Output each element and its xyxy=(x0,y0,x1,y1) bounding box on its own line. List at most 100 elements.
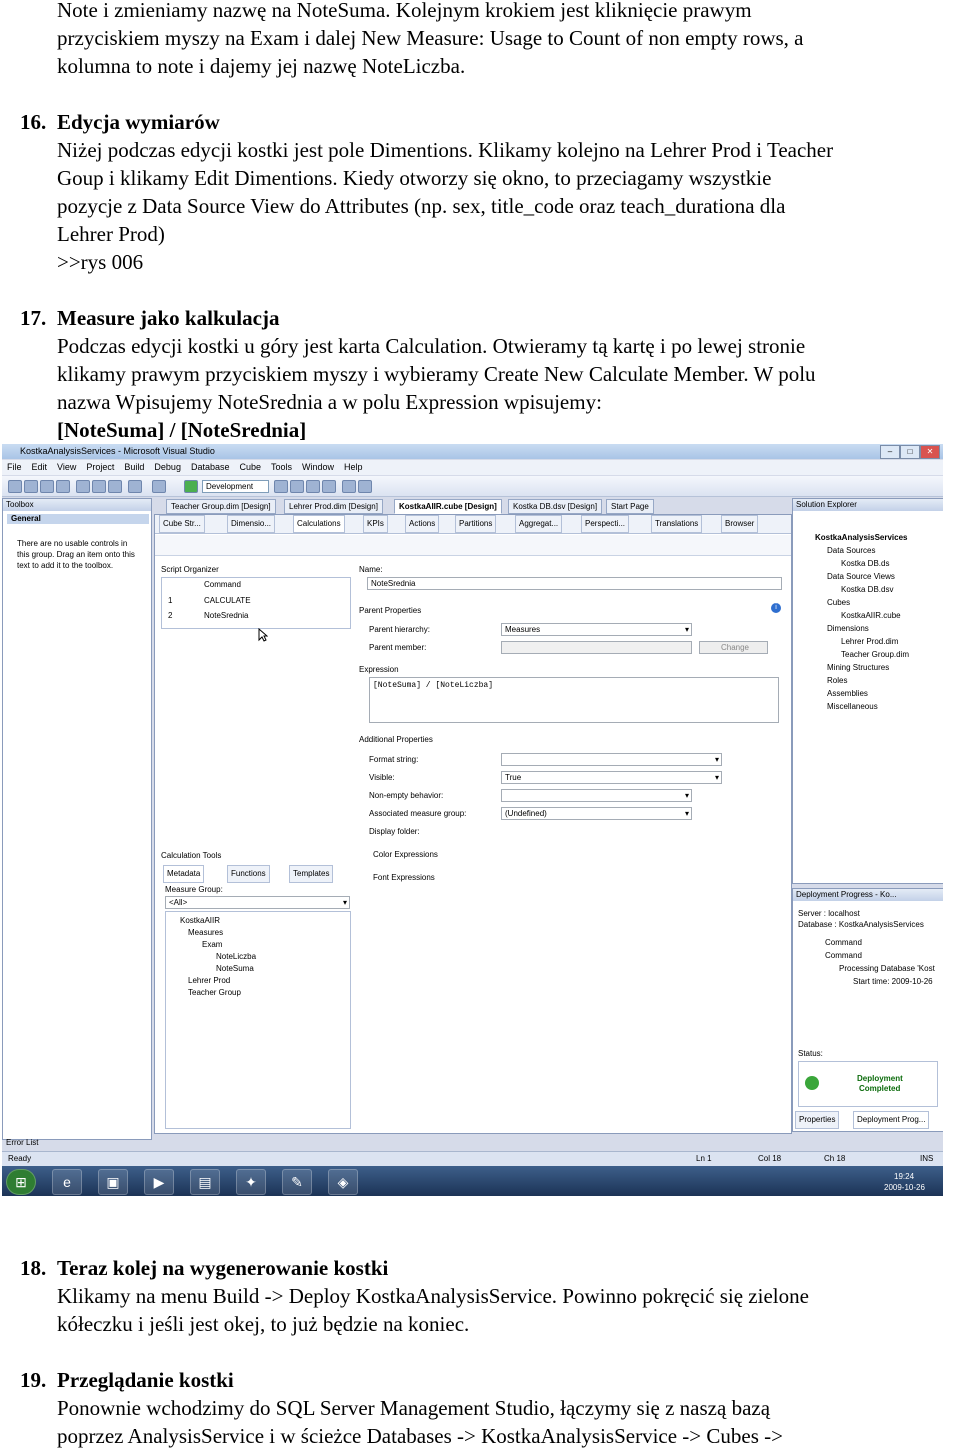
solution-item[interactable]: Miscellaneous xyxy=(827,702,878,712)
solution-item[interactable]: Cubes xyxy=(827,598,850,608)
tree-item-cube[interactable]: KostkaAIIR xyxy=(180,916,220,926)
solution-item[interactable]: Data Source Views xyxy=(827,572,895,582)
expression-section[interactable]: Expression xyxy=(359,665,399,674)
menu-file[interactable]: File xyxy=(2,460,27,472)
folder-icon[interactable]: ▣ xyxy=(98,1169,128,1195)
error-list-tab[interactable]: Error List xyxy=(6,1138,38,1148)
menu-build[interactable]: Build xyxy=(119,460,149,472)
tab-kpis[interactable]: KPIs xyxy=(363,515,388,533)
tab-start-page[interactable]: Start Page xyxy=(606,499,654,514)
solution-item[interactable]: Mining Structures xyxy=(827,663,889,673)
tab-translations[interactable]: Translations xyxy=(651,515,703,533)
maximize-icon[interactable]: □ xyxy=(900,445,920,459)
cut-icon[interactable] xyxy=(76,480,90,493)
documents-icon[interactable]: ▤ xyxy=(190,1169,220,1195)
tab-kostka-dsv[interactable]: Kostka DB.dsv [Design] xyxy=(508,499,603,514)
tab-dimension-usage[interactable]: Dimensio... xyxy=(227,515,276,533)
window-icon[interactable] xyxy=(342,480,356,493)
tab-cube-structure[interactable]: Cube Str... xyxy=(159,515,205,533)
paste-icon[interactable] xyxy=(108,480,122,493)
add-item-icon[interactable] xyxy=(24,480,38,493)
visible-select[interactable]: True xyxy=(501,771,722,784)
tab-properties[interactable]: Properties xyxy=(795,1111,840,1129)
tab-deployment-progress[interactable]: Deployment Prog... xyxy=(853,1111,930,1129)
redo-icon[interactable] xyxy=(152,480,166,493)
tree-item-exam[interactable]: Exam xyxy=(202,940,222,950)
tab-metadata[interactable]: Metadata xyxy=(163,865,205,883)
tab-teacher-group-dim[interactable]: Teacher Group.dim [Design] xyxy=(166,499,276,514)
measure-group-select[interactable]: <All> xyxy=(165,896,350,909)
properties-icon[interactable] xyxy=(290,480,304,493)
script-row-calculate[interactable]: CALCULATE xyxy=(204,596,251,606)
tab-browser[interactable]: Browser xyxy=(721,515,759,533)
menu-edit[interactable]: Edit xyxy=(27,460,53,472)
assoc-group-select[interactable]: (Undefined) xyxy=(501,807,692,820)
undo-icon[interactable] xyxy=(128,480,142,493)
section-18-line: Klikamy na menu Build -> Deploy KostkaAn… xyxy=(57,1284,809,1308)
minimize-icon[interactable]: – xyxy=(880,445,900,459)
format-string-select[interactable] xyxy=(501,753,722,766)
menu-debug[interactable]: Debug xyxy=(149,460,186,472)
tab-calculations[interactable]: Calculations xyxy=(293,515,345,533)
toolbox-icon[interactable] xyxy=(306,480,320,493)
tools-icon[interactable]: ✦ xyxy=(236,1169,266,1195)
additional-properties-section[interactable]: Additional Properties xyxy=(359,735,433,744)
tree-item-noteliczba[interactable]: NoteLiczba xyxy=(216,952,256,962)
menu-help[interactable]: Help xyxy=(339,460,368,472)
solution-item[interactable]: Teacher Group.dim xyxy=(841,650,909,660)
tab-lehrer-prod-dim[interactable]: Lehrer Prod.dim [Design] xyxy=(284,499,383,514)
solution-icon[interactable] xyxy=(322,480,336,493)
start-icon[interactable] xyxy=(184,480,198,493)
new-project-icon[interactable] xyxy=(8,480,22,493)
menu-window[interactable]: Window xyxy=(297,460,339,472)
solution-item[interactable]: Kostka DB.ds xyxy=(841,559,889,569)
media-player-icon[interactable]: ▶ xyxy=(144,1169,174,1195)
save-icon[interactable] xyxy=(56,480,70,493)
font-expressions-section[interactable]: Font Expressions xyxy=(373,873,435,882)
internet-explorer-icon[interactable]: e xyxy=(52,1169,82,1195)
solution-item[interactable]: KostkaAIIR.cube xyxy=(841,611,901,621)
visual-studio-icon[interactable]: ✎ xyxy=(282,1169,312,1195)
expression-editor[interactable]: [NoteSuma] / [NoteLiczba] xyxy=(369,677,779,723)
tab-functions[interactable]: Functions xyxy=(227,865,270,883)
tree-item-notesuma[interactable]: NoteSuma xyxy=(216,964,254,974)
solution-item[interactable]: KostkaAnalysisServices xyxy=(815,533,908,543)
menu-database[interactable]: Database xyxy=(186,460,235,472)
tree-item-measures[interactable]: Measures xyxy=(188,928,223,938)
solution-item[interactable]: Roles xyxy=(827,676,847,686)
tree-item-lehrer-prod[interactable]: Lehrer Prod xyxy=(188,976,230,986)
solution-item[interactable]: Lehrer Prod.dim xyxy=(841,637,898,647)
menu-cube[interactable]: Cube xyxy=(234,460,266,472)
copy-icon[interactable] xyxy=(92,480,106,493)
options-icon[interactable] xyxy=(358,480,372,493)
menu-project[interactable]: Project xyxy=(81,460,119,472)
solution-item[interactable]: Data Sources xyxy=(827,546,875,556)
tab-kostka-cube[interactable]: KostkaAIIR.cube [Design] xyxy=(394,499,502,514)
tree-item-teacher-group[interactable]: Teacher Group xyxy=(188,988,241,998)
menu-tools[interactable]: Tools xyxy=(266,460,297,472)
name-input[interactable]: NoteSrednia xyxy=(367,577,782,590)
color-expressions-section[interactable]: Color Expressions xyxy=(373,850,438,859)
tab-aggregations[interactable]: Aggregat... xyxy=(515,515,563,533)
parent-hierarchy-select[interactable]: Measures xyxy=(501,623,692,636)
tab-partitions[interactable]: Partitions xyxy=(455,515,497,533)
solution-item[interactable]: Kostka DB.dsv xyxy=(841,585,893,595)
menu-view[interactable]: View xyxy=(52,460,81,472)
solution-item[interactable]: Dimensions xyxy=(827,624,869,634)
solution-item[interactable]: Assemblies xyxy=(827,689,868,699)
nonempty-select[interactable] xyxy=(501,789,692,802)
open-icon[interactable] xyxy=(40,480,54,493)
tab-perspectives[interactable]: Perspecti... xyxy=(581,515,630,533)
configuration-select[interactable]: Development xyxy=(202,480,269,493)
sql-server-icon[interactable]: ◈ xyxy=(328,1169,358,1195)
change-button[interactable]: Change xyxy=(699,641,768,654)
tab-templates[interactable]: Templates xyxy=(289,865,334,883)
parent-member-field[interactable] xyxy=(501,641,692,654)
toolbox-group-general[interactable]: General xyxy=(7,514,149,524)
close-icon[interactable]: ✕ xyxy=(920,445,940,459)
tab-actions[interactable]: Actions xyxy=(405,515,440,533)
parent-properties-section[interactable]: Parent Properties xyxy=(359,606,421,615)
start-button-icon[interactable]: ⊞ xyxy=(6,1169,36,1195)
find-icon[interactable] xyxy=(274,480,288,493)
script-row-notesrednia[interactable]: NoteSrednia xyxy=(204,611,248,621)
